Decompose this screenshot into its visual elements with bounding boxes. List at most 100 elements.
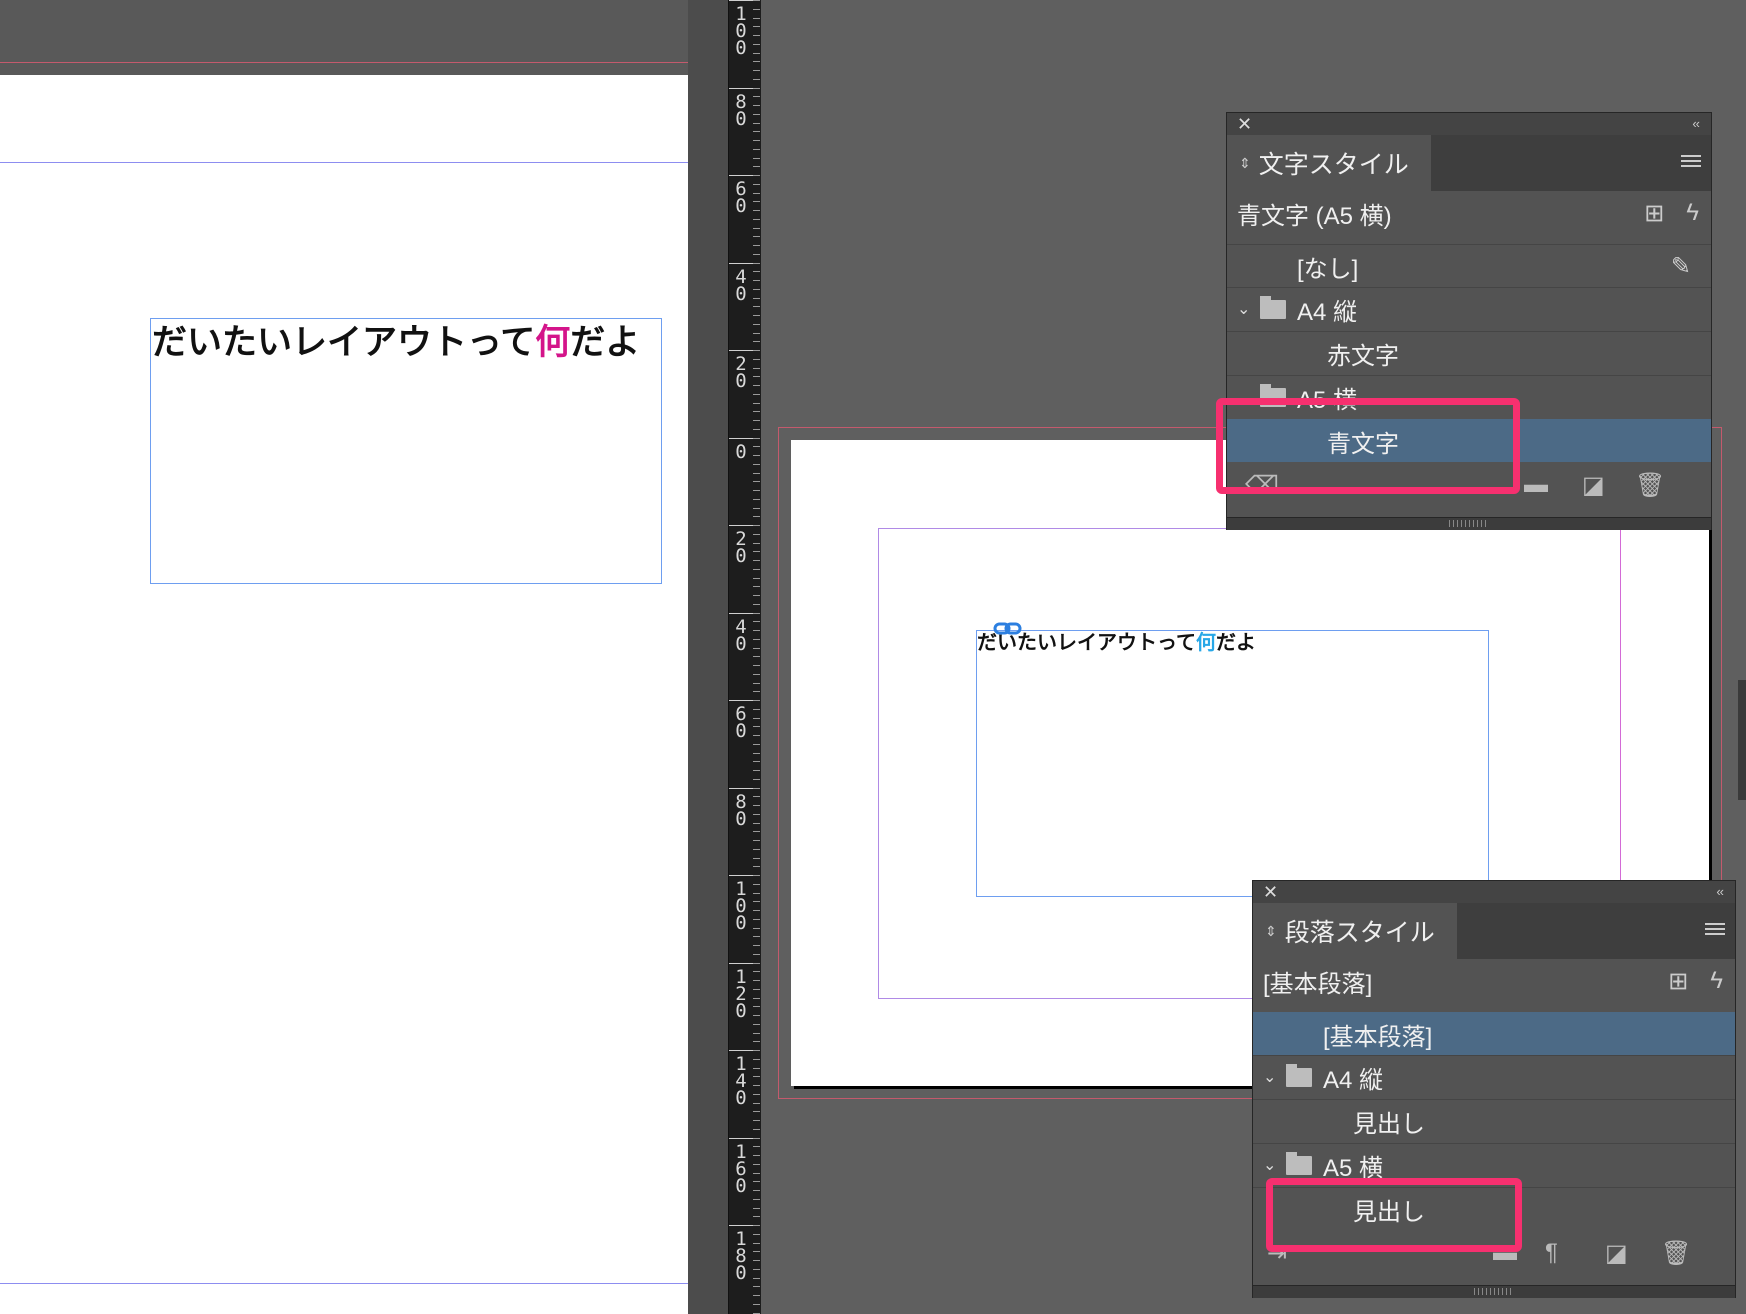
ruler-minor-tick — [753, 1146, 760, 1148]
ruler-minor-tick — [753, 1128, 760, 1130]
ruler-minor-tick — [753, 43, 760, 45]
ruler-minor-tick — [753, 778, 760, 780]
tab-character-styles[interactable]: ⇕ 文字スタイル — [1227, 135, 1431, 191]
ruler-minor-tick — [753, 323, 760, 325]
left-page — [0, 75, 688, 1314]
panel-menu-icon[interactable] — [1681, 155, 1701, 170]
heading-text[interactable]: だいたいレイアウトって何だよ — [152, 314, 640, 365]
collapse-icon[interactable]: ‹‹ — [1692, 115, 1700, 133]
ruler-minor-tick — [753, 936, 760, 938]
chevron-down-icon[interactable]: ⌄ — [1263, 1155, 1276, 1175]
ruler-minor-tick — [753, 1181, 760, 1183]
ruler-label: 80 — [735, 790, 747, 830]
ruler-minor-tick — [753, 428, 760, 430]
ruler-minor-tick — [753, 918, 760, 920]
ruler-minor-tick — [753, 840, 760, 841]
ruler-minor-tick — [753, 1032, 760, 1034]
ruler-minor-tick — [753, 560, 760, 561]
new-style-icon[interactable]: ⊞ — [1668, 967, 1688, 996]
ruler-label: 120 — [735, 965, 747, 1022]
ruler-minor-tick — [753, 805, 760, 806]
ruler-minor-tick — [753, 892, 760, 894]
ruler-minor-tick — [753, 341, 760, 343]
ruler-minor-tick — [753, 1303, 760, 1305]
ruler-minor-tick — [753, 945, 760, 946]
style-item-none[interactable]: [なし] ✎ — [1227, 244, 1711, 287]
new-item-icon[interactable]: ◪ — [1582, 471, 1605, 500]
ruler-minor-tick — [753, 393, 760, 395]
ruler-minor-tick — [753, 726, 760, 728]
sort-arrows-icon: ⇕ — [1265, 922, 1277, 939]
current-style-label: 青文字 (A5 横) ⊞ ϟ — [1237, 199, 1699, 230]
ruler-minor-tick — [753, 218, 760, 220]
ruler-label: 160 — [735, 1140, 747, 1197]
ruler-label: 60 — [735, 178, 747, 217]
style-group-a4[interactable]: ⌄ A4 縦 — [1253, 1055, 1735, 1098]
trash-icon[interactable]: 🗑 — [1635, 471, 1665, 500]
ruler-minor-tick — [753, 901, 760, 903]
ruler-minor-tick — [753, 997, 760, 999]
ruler-minor-tick — [753, 52, 760, 54]
ruler-minor-tick — [753, 1111, 760, 1113]
ruler-label: 80 — [735, 90, 747, 130]
trash-icon[interactable]: 🗑 — [1661, 1239, 1691, 1268]
ruler-minor-tick — [753, 201, 760, 203]
folder-icon — [1286, 1151, 1312, 1175]
ruler-minor-tick — [753, 1050, 760, 1051]
ruler-minor-tick — [753, 1172, 760, 1174]
ruler-label: 140 — [735, 1053, 747, 1109]
lightning-icon[interactable]: ϟ — [1686, 199, 1699, 227]
ruler-minor-tick — [753, 857, 760, 859]
resize-grip[interactable] — [1227, 517, 1711, 530]
folder-icon[interactable]: ▬ — [1524, 471, 1548, 499]
ruler-minor-tick — [753, 770, 760, 771]
ruler-minor-tick — [753, 1268, 760, 1270]
panel-titlebar[interactable]: ✕ ‹‹ — [1227, 113, 1711, 135]
vertical-ruler[interactable]: 100 80 60 40 20 0 20 40 60 80 100 120 140 160 180 — [728, 0, 761, 1314]
ruler-minor-tick — [753, 420, 760, 421]
ruler-minor-tick — [753, 691, 760, 693]
bleed-line — [0, 62, 688, 63]
ruler-minor-tick — [753, 971, 760, 973]
ruler-minor-tick — [753, 35, 760, 36]
style-item-heading-a4[interactable]: 見出し — [1253, 1099, 1735, 1142]
scrollbar[interactable] — [1738, 680, 1746, 800]
text-link-icon[interactable] — [993, 622, 1023, 636]
resize-grip[interactable] — [1253, 1285, 1735, 1298]
text-frame[interactable] — [976, 630, 1489, 897]
close-icon[interactable]: ✕ — [1263, 882, 1278, 902]
ruler-minor-tick — [753, 1233, 760, 1235]
ruler-minor-tick — [753, 306, 760, 308]
collapse-icon[interactable]: ‹‹ — [1716, 883, 1724, 901]
ruler-minor-tick — [753, 551, 760, 553]
style-item-basic-paragraph[interactable]: [基本段落] — [1253, 1012, 1735, 1055]
new-item-icon[interactable]: ◪ — [1605, 1239, 1628, 1268]
ruler-minor-tick — [753, 787, 760, 789]
chevron-down-icon[interactable]: ⌄ — [1263, 1067, 1276, 1087]
ruler-minor-tick — [753, 1058, 760, 1060]
chevron-down-icon[interactable]: ⌄ — [1237, 299, 1250, 319]
tab-paragraph-styles[interactable]: ⇕ 段落スタイル — [1253, 903, 1457, 959]
ruler-minor-tick — [753, 927, 760, 929]
ruler-minor-tick — [753, 122, 760, 124]
ruler-minor-tick — [753, 883, 760, 885]
ruler-minor-tick — [753, 586, 760, 588]
lightning-icon[interactable]: ϟ — [1710, 967, 1723, 995]
ruler-minor-tick — [753, 962, 760, 964]
ruler-minor-tick — [753, 210, 760, 211]
ruler-minor-tick — [753, 157, 760, 159]
panel-titlebar[interactable]: ✕ ‹‹ — [1253, 881, 1735, 903]
ruler-minor-tick — [753, 866, 760, 868]
style-item-red[interactable]: 赤文字 — [1227, 331, 1711, 374]
clear-overrides-icon[interactable]: ¶ — [1545, 1239, 1558, 1267]
ruler-minor-tick — [753, 988, 760, 990]
ruler-minor-tick — [753, 481, 760, 483]
ruler-label: 40 — [735, 615, 747, 655]
close-icon[interactable]: ✕ — [1237, 114, 1252, 134]
ruler-minor-tick — [753, 1137, 760, 1139]
ruler-minor-tick — [753, 1277, 760, 1279]
panel-menu-icon[interactable] — [1705, 923, 1725, 938]
ruler-minor-tick — [753, 1006, 760, 1008]
style-group-a4[interactable]: ⌄ A4 縦 — [1227, 287, 1711, 330]
new-style-icon[interactable]: ⊞ — [1644, 199, 1664, 228]
